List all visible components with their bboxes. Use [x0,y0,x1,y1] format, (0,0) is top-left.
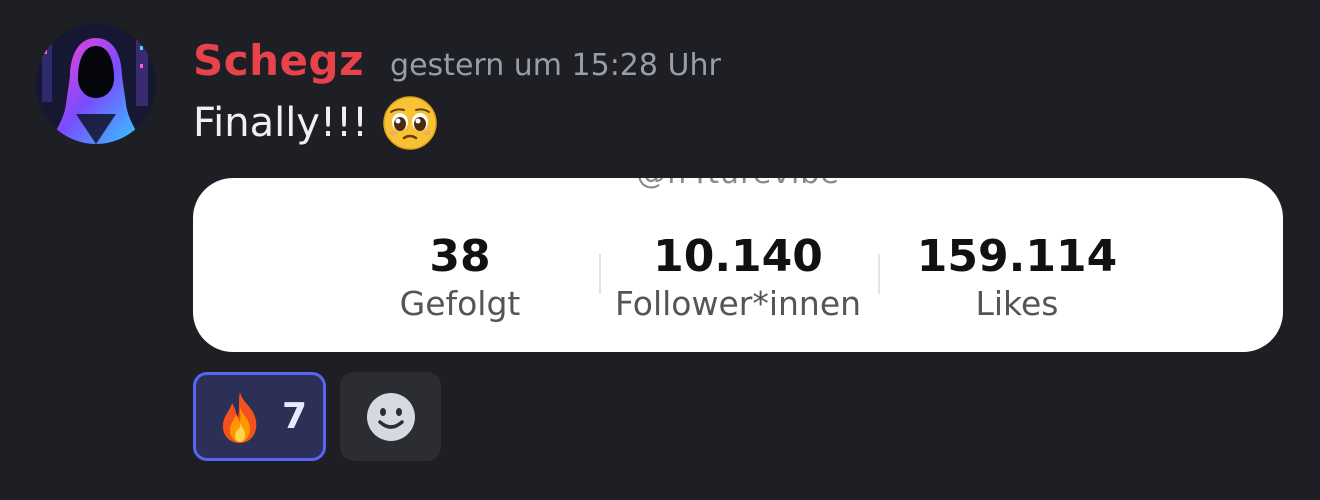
stat-following-label: Gefolgt [399,284,521,323]
stat-following-value: 38 [429,231,491,282]
user-avatar[interactable] [36,24,156,144]
pleading-face-emoji-icon [383,96,437,150]
stat-divider [599,254,601,294]
stat-divider [878,254,880,294]
stat-likes-label: Likes [975,284,1059,323]
hooded-figure-avatar-image [36,24,156,144]
stat-followers-label: Follower*innen [614,284,862,323]
stat-followers-value: 10.140 [653,231,823,282]
message-text: Finally!!! [193,100,369,146]
stat-following: 38 Gefolgt [400,230,521,324]
stat-likes-value: 159.114 [916,231,1118,282]
reaction-fire[interactable]: 7 [193,372,326,461]
message-content: Finally!!! [193,95,438,151]
fire-emoji-icon [222,391,257,443]
chat-message: Schegz gestern um 15:28 Uhr Finally!!! @… [0,0,1320,500]
username[interactable]: Schegz [193,36,364,85]
stat-followers: 10.140 Follower*innen [615,230,861,324]
image-embed[interactable]: @n4turevibe 38 Gefolgt 10.140 Follower*i… [193,178,1283,352]
reactions-bar: 7 [193,372,441,461]
profile-handle: @n4turevibe [193,178,1283,191]
smiley-add-reaction-icon [366,392,415,441]
message-timestamp: gestern um 15:28 Uhr [390,48,721,83]
reaction-count: 7 [281,396,308,437]
add-reaction-button[interactable] [340,372,441,461]
stat-likes: 159.114 Likes [917,230,1117,324]
message-header: Schegz gestern um 15:28 Uhr [193,36,721,85]
